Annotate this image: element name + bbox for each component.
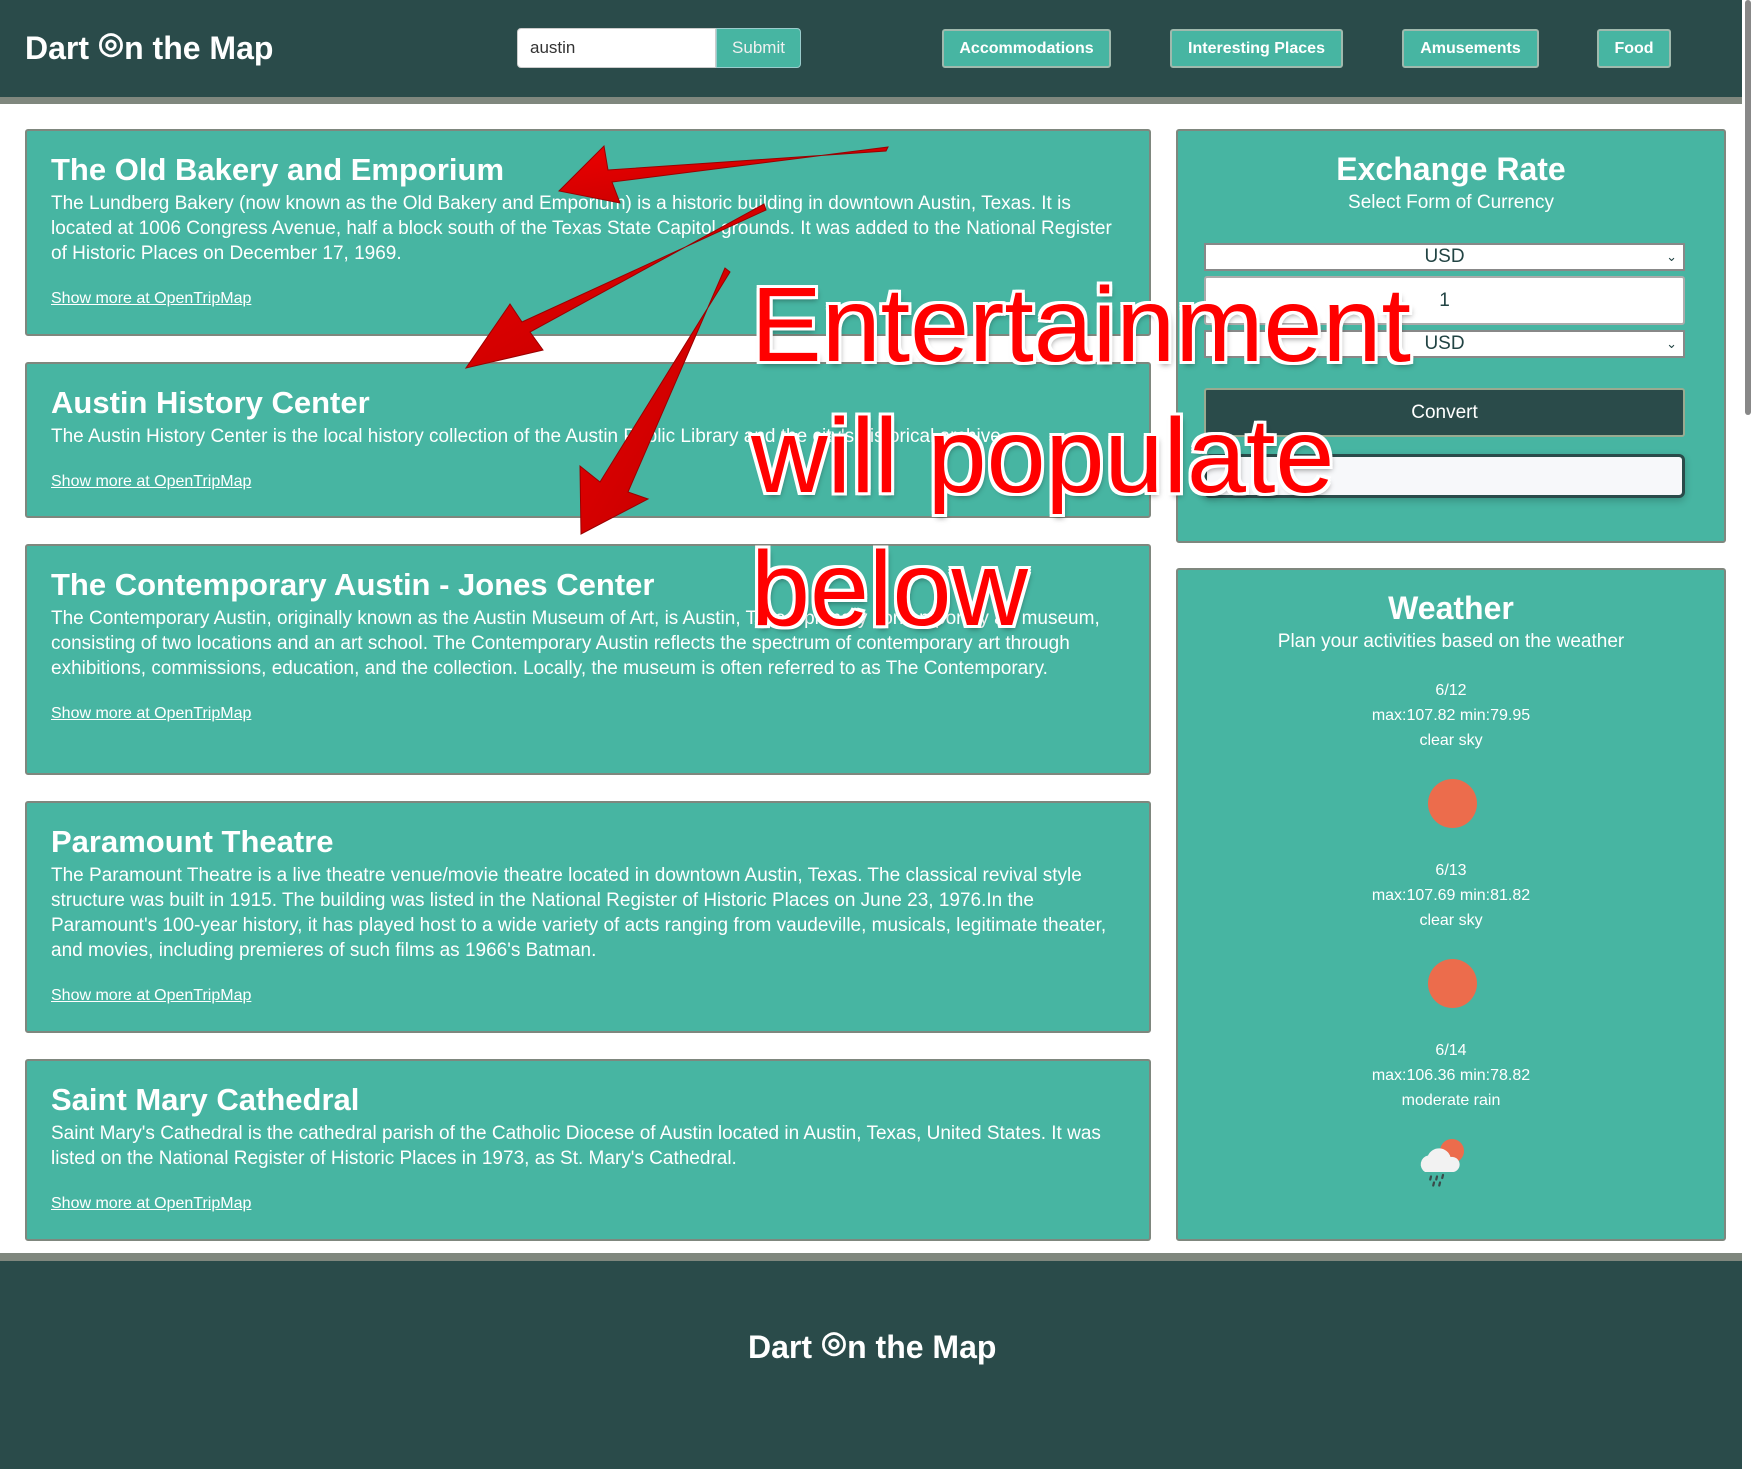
show-more-link[interactable]: Show more at OpenTripMap	[51, 473, 251, 491]
weather-day: 6/14 max:106.36 min:78.82 moderate rain	[1178, 1038, 1724, 1113]
place-title: Austin History Center	[51, 385, 370, 420]
place-title: The Contemporary Austin - Jones Center	[51, 567, 655, 602]
weather-title: Weather	[1388, 590, 1514, 626]
scrollbar-thumb[interactable]	[1745, 0, 1751, 415]
place-title: Paramount Theatre	[51, 824, 334, 859]
nav-interesting-places[interactable]: Interesting Places	[1170, 29, 1343, 68]
logo[interactable]: Dart ◎n the Map	[25, 27, 274, 67]
sun-icon	[1428, 779, 1477, 828]
place-card: The Old Bakery and Emporium The Lundberg…	[25, 129, 1151, 336]
weather-day: 6/13 max:107.69 min:81.82 clear sky	[1178, 858, 1724, 933]
place-card: The Contemporary Austin - Jones Center T…	[25, 544, 1151, 775]
show-more-link[interactable]: Show more at OpenTripMap	[51, 705, 251, 723]
nav-accommodations[interactable]: Accommodations	[942, 29, 1111, 68]
weather-desc: moderate rain	[1401, 1092, 1501, 1109]
place-title: The Old Bakery and Emporium	[51, 152, 505, 187]
nav-food[interactable]: Food	[1597, 29, 1671, 68]
weather-desc: clear sky	[1419, 912, 1483, 929]
logo-text-start: Dart	[25, 30, 98, 66]
dart-target-icon: ◎	[820, 1326, 848, 1359]
sun-icon	[1428, 959, 1477, 1008]
show-more-link[interactable]: Show more at OpenTripMap	[51, 290, 251, 308]
place-card: Saint Mary Cathedral Saint Mary's Cathed…	[25, 1059, 1151, 1241]
weather-panel: Weather Plan your activities based on th…	[1176, 568, 1726, 1241]
weather-date: 6/13	[1435, 862, 1467, 879]
nav-amusements[interactable]: Amusements	[1402, 29, 1539, 68]
weather-temps: max:106.36 min:78.82	[1371, 1067, 1531, 1084]
scrollbar[interactable]	[1743, 0, 1753, 1253]
place-card: Austin History Center The Austin History…	[25, 362, 1151, 518]
to-currency-select[interactable]: USD ⌄	[1204, 330, 1685, 358]
place-description: The Austin History Center is the local h…	[51, 426, 1007, 447]
weather-date: 6/14	[1435, 1042, 1467, 1059]
footer-logo[interactable]: Dart ◎n the Map	[748, 1326, 997, 1366]
weather-temps: max:107.69 min:81.82	[1371, 887, 1531, 904]
from-currency-value: USD	[1424, 246, 1465, 267]
weather-desc: clear sky	[1419, 732, 1483, 749]
place-description: The Lundberg Bakery (now known as the Ol…	[51, 193, 1112, 264]
place-description: Saint Mary's Cathedral is the cathedral …	[51, 1123, 1101, 1169]
exchange-subtitle: Select Form of Currency	[1348, 192, 1554, 213]
place-card: Paramount Theatre The Paramount Theatre …	[25, 801, 1151, 1033]
place-title: Saint Mary Cathedral	[51, 1082, 360, 1117]
place-description: The Paramount Theatre is a live theatre …	[51, 865, 1107, 961]
submit-button[interactable]: Submit	[716, 28, 801, 68]
chevron-down-icon: ⌄	[1666, 249, 1677, 264]
weather-subtitle: Plan your activities based on the weathe…	[1277, 631, 1625, 652]
weather-day: 6/12 max:107.82 min:79.95 clear sky	[1178, 678, 1724, 753]
convert-button[interactable]: Convert	[1204, 388, 1685, 437]
header: Dart ◎n the Map Submit Accommodations In…	[0, 0, 1742, 97]
show-more-link[interactable]: Show more at OpenTripMap	[51, 987, 251, 1005]
logo-text-end: n the Map	[847, 1329, 997, 1365]
conversion-result	[1204, 454, 1685, 498]
exchange-title: Exchange Rate	[1336, 151, 1566, 187]
exchange-rate-panel: Exchange Rate Select Form of Currency US…	[1176, 129, 1726, 543]
footer: Dart ◎n the Map	[0, 1253, 1742, 1469]
weather-temps: max:107.82 min:79.95	[1371, 707, 1531, 724]
logo-text-start: Dart	[748, 1329, 821, 1365]
search-input[interactable]	[517, 28, 716, 68]
from-currency-select[interactable]: USD ⌄	[1204, 243, 1685, 271]
header-divider	[0, 97, 1742, 104]
chevron-down-icon: ⌄	[1666, 336, 1677, 351]
rain-cloud-sun-icon	[1420, 1139, 1464, 1187]
show-more-link[interactable]: Show more at OpenTripMap	[51, 1195, 251, 1213]
amount-input[interactable]: 1	[1204, 276, 1685, 325]
to-currency-value: USD	[1424, 333, 1465, 354]
dart-target-icon: ◎	[97, 27, 125, 60]
weather-date: 6/12	[1435, 682, 1467, 699]
place-description: The Contemporary Austin, originally know…	[51, 608, 1100, 679]
logo-text-end: n the Map	[124, 30, 274, 66]
